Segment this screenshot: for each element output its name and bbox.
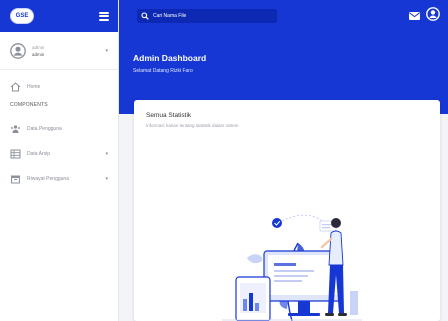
user-caret-icon[interactable]: ▾ [105, 48, 108, 54]
sidebar-item-home[interactable]: Home [0, 74, 118, 100]
users-icon [10, 124, 21, 134]
hamburger-menu-icon[interactable] [99, 11, 109, 21]
dashboard-illustration [222, 203, 362, 321]
sidebar-section-label: COMPONENTS [10, 102, 48, 108]
sidebar-item-riwayat-pengguna[interactable]: Riwayat Pengguna ▾ [0, 166, 118, 191]
sidebar-item-label: Riwayat Pengguna [27, 175, 69, 182]
sidebar-item-label: Data Pengguna [27, 125, 62, 132]
sidebar: GSE admin admin ▾ Home COMPONENTS Data P… [0, 0, 119, 321]
search-input[interactable]: Cari Nama File [137, 9, 277, 23]
user-panel[interactable]: admin admin ▾ [0, 32, 118, 70]
chevron-down-icon: ▾ [105, 150, 108, 157]
chevron-down-icon: ▾ [105, 175, 108, 182]
user-account-icon[interactable] [426, 6, 440, 26]
card-title: Semua Statistik [146, 112, 192, 119]
page-subtitle: Selamat Datang Rizki Faro [133, 68, 193, 74]
sidebar-item-home-label: Home [27, 84, 41, 90]
search-icon [141, 7, 149, 25]
top-header: Cari Nama File [119, 0, 448, 32]
sidebar-item-data-pengguna[interactable]: Data Pengguna [0, 116, 118, 141]
user-name: admin [32, 44, 45, 50]
sidebar-header: GSE [0, 0, 118, 32]
page-title: Admin Dashboard [133, 53, 207, 63]
table-icon [10, 149, 21, 159]
sidebar-item-label: Data Arsip [27, 150, 51, 157]
card-description: Informasi harian tentang statistik dalam… [146, 123, 239, 128]
home-icon [10, 82, 21, 92]
search-placeholder: Cari Nama File [153, 13, 187, 19]
user-role: admin [32, 51, 45, 57]
sidebar-item-data-arsip[interactable]: Data Arsip ▾ [0, 141, 118, 166]
mail-icon[interactable] [409, 7, 420, 25]
statistics-card: Semua Statistik Informasi harian tentang… [134, 100, 440, 321]
archive-icon [10, 174, 21, 184]
brand-logo[interactable]: GSE [10, 8, 34, 24]
user-avatar-icon [10, 42, 26, 59]
